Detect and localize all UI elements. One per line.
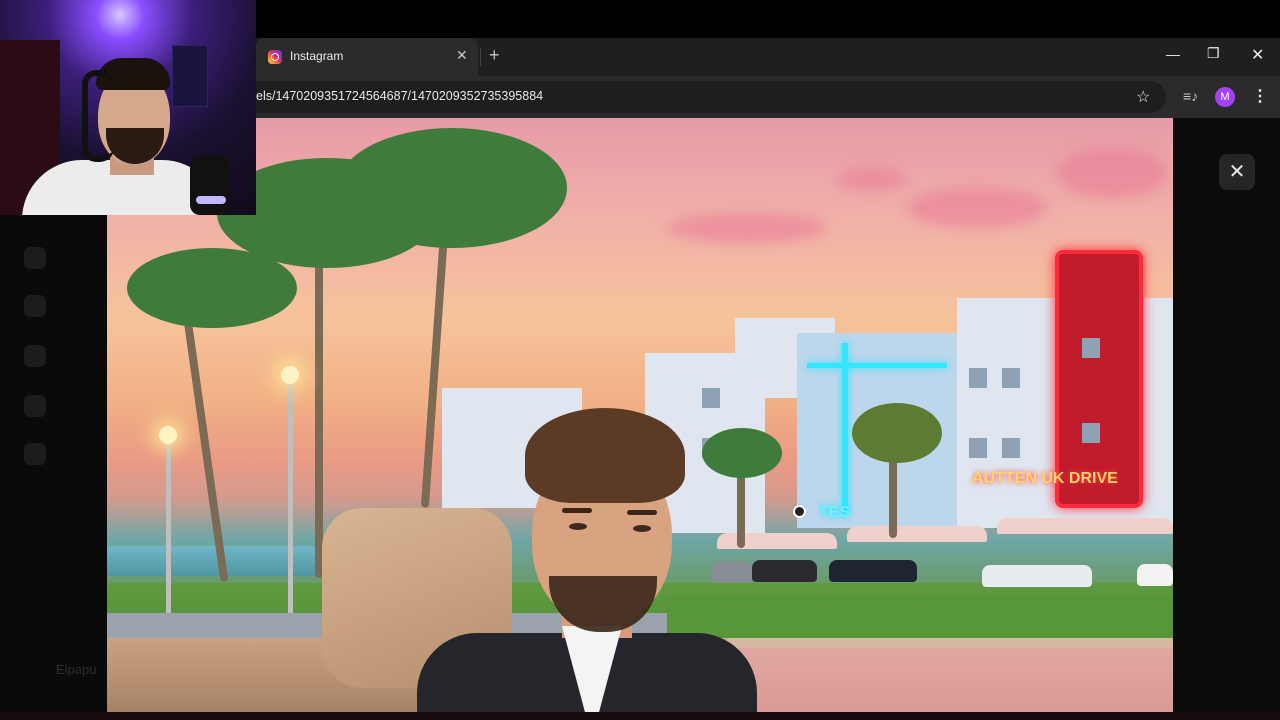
instagram-icon — [268, 50, 282, 64]
eyebrow — [562, 508, 592, 513]
media-controls-icon[interactable]: ≡♪ — [1183, 88, 1198, 104]
cloud — [667, 213, 827, 243]
headset-icon — [82, 70, 114, 162]
webcam-poster — [172, 45, 208, 107]
street-lamp — [288, 383, 293, 613]
cloud — [1057, 148, 1167, 198]
person-hair — [525, 408, 685, 503]
parked-car — [1137, 564, 1173, 586]
lamp-light — [159, 426, 177, 444]
url-text[interactable]: els/147020935172456468​7/147020935273539… — [256, 89, 543, 103]
awning — [997, 518, 1173, 534]
parked-car — [829, 560, 917, 582]
download-icon[interactable] — [24, 443, 46, 465]
window — [969, 368, 987, 388]
parked-car — [712, 561, 752, 583]
parked-car — [752, 560, 817, 582]
browser-tabbar — [256, 38, 1280, 76]
window — [1002, 368, 1020, 388]
tab-title: Instagram — [290, 49, 344, 63]
eye — [569, 523, 587, 530]
awning — [717, 533, 837, 549]
window — [702, 388, 720, 408]
eye — [633, 525, 651, 532]
hotel-sign-text: TES — [819, 504, 851, 521]
background-username: Elpapu — [56, 662, 97, 677]
close-reel-button[interactable]: ✕ — [1219, 154, 1255, 190]
palm-trunk — [315, 218, 323, 578]
window — [1082, 423, 1100, 443]
cloud — [837, 168, 907, 190]
bookmark-star-icon[interactable]: ☆ — [1136, 87, 1150, 107]
create-icon[interactable] — [24, 395, 46, 417]
window-close-button[interactable]: ✕ — [1251, 45, 1264, 65]
restore-button[interactable]: ❐ — [1207, 45, 1220, 62]
tab-close-icon[interactable]: ✕ — [456, 47, 468, 64]
palm-fronds — [702, 428, 782, 478]
zoom-cursor-icon — [793, 505, 806, 518]
window — [1082, 338, 1100, 358]
minimize-button[interactable]: — — [1166, 46, 1180, 62]
eyebrow — [627, 510, 657, 515]
profile-avatar[interactable]: M — [1215, 87, 1235, 107]
window — [969, 438, 987, 458]
messages-icon[interactable] — [24, 295, 46, 317]
instagram-sidebar — [0, 215, 107, 712]
browser-menu-icon[interactable]: ⋮ — [1252, 86, 1268, 106]
reels-icon[interactable] — [24, 247, 46, 269]
palm-fronds — [337, 128, 567, 248]
reel-video[interactable]: AUTTEN UK DRIVE TES — [107, 118, 1173, 712]
tab-divider — [480, 48, 481, 66]
window — [1002, 438, 1020, 458]
new-tab-button[interactable]: + — [489, 45, 500, 66]
bottom-strip — [0, 712, 1280, 720]
notifications-icon[interactable] — [24, 345, 46, 367]
webcam-overlay — [0, 0, 256, 215]
parked-car — [982, 565, 1092, 587]
microphone-icon — [190, 155, 230, 215]
blue-neon-strip — [842, 343, 848, 513]
blue-neon-strip — [807, 363, 947, 368]
lamp-light — [281, 366, 299, 384]
awning — [847, 526, 987, 542]
screen: Instagram ✕ + — ❐ ✕ els/1470209351724564… — [0, 0, 1280, 720]
palm-fronds — [852, 403, 942, 463]
street-sign-text: AUTTEN UK DRIVE — [972, 470, 1118, 487]
cloud — [907, 188, 1047, 228]
palm-trunk — [183, 318, 229, 583]
street-lamp — [166, 438, 171, 613]
microphone-ring — [196, 196, 226, 204]
